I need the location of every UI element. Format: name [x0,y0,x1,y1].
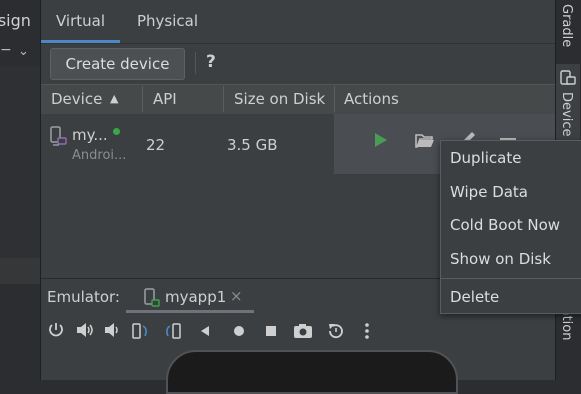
column-header-device[interactable]: Device [51,84,102,114]
menu-item-show-on-disk[interactable]: Show on Disk [450,250,551,268]
column-divider[interactable] [223,86,224,112]
left-collapse-icon[interactable]: − [0,42,14,62]
column-divider[interactable] [334,86,335,112]
more-icon[interactable] [362,321,382,341]
snapshot-icon[interactable] [326,321,346,341]
create-device-button[interactable]: Create device [50,48,185,80]
gradle-tool-tab[interactable]: Gradle [556,2,580,48]
tab-virtual[interactable]: Virtual [41,0,121,43]
menu-item-wipe-data[interactable]: Wipe Data [450,183,528,201]
menu-item-duplicate[interactable]: Duplicate [450,149,521,167]
gradle-tab-label: Gradle [559,4,574,48]
column-header-size[interactable]: Size on Disk [234,84,325,114]
home-icon[interactable] [230,321,250,341]
device-api-level: 22 [146,136,166,154]
help-icon[interactable]: ? [206,52,216,72]
left-panel-selected-row[interactable] [0,258,40,284]
screenshot-icon[interactable] [292,321,312,341]
menu-item-cold-boot-now[interactable]: Cold Boot Now [450,216,560,234]
column-header-actions: Actions [344,90,399,108]
back-icon[interactable] [198,321,218,341]
column-header-api[interactable]: API [153,84,177,114]
folder-icon[interactable] [415,133,435,153]
left-panel-title: esign [0,11,31,30]
rotate-right-icon[interactable] [163,321,183,341]
rotate-left-icon[interactable] [131,321,151,341]
left-panel-content [0,66,40,258]
tab-physical[interactable]: Physical [122,0,213,43]
emulator-tab-indicator [126,310,254,313]
column-divider[interactable] [142,86,143,112]
volume-down-icon[interactable] [103,321,123,341]
close-icon[interactable]: × [230,287,243,305]
device-subtitle: Androi... [72,148,127,163]
sort-ascending-icon[interactable]: ▲ [110,84,118,114]
toolbar-divider [195,52,196,74]
phone-device-icon [49,126,67,152]
emulator-device-frame[interactable] [166,350,458,394]
device-name: my... [72,126,108,144]
online-status-icon [113,128,120,135]
emulator-label: Emulator: [47,288,120,306]
menu-item-delete[interactable]: Delete [450,288,499,306]
menu-divider [441,278,581,279]
emulator-tab-myapp1[interactable]: myapp1 [165,288,226,306]
run-icon[interactable] [374,132,388,152]
power-icon[interactable] [47,321,67,341]
chevron-down-icon[interactable]: ⌄ [18,44,29,59]
device-size-on-disk: 3.5 GB [227,136,278,154]
overview-icon[interactable] [262,321,282,341]
volume-up-icon[interactable] [75,321,95,341]
emulator-phone-icon [144,288,160,312]
